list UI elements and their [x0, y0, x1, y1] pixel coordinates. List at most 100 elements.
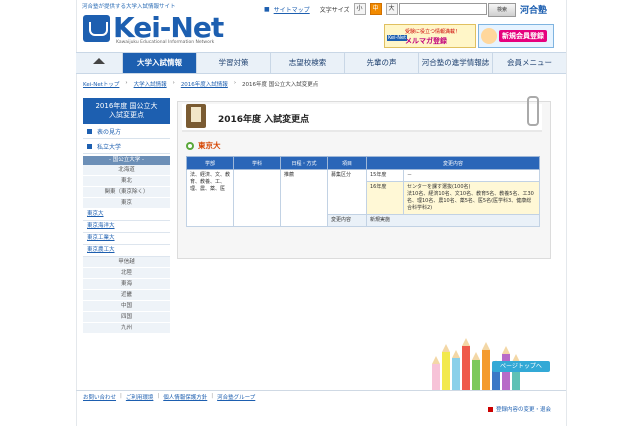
bullet-icon — [186, 141, 194, 150]
register-banner-title: 新規会員登録 — [499, 30, 547, 42]
sidebar-region[interactable]: 北陸 — [83, 268, 170, 279]
cell-item: 募集区分 — [327, 169, 367, 215]
footer-links: お問い合わせ | ご利用環境 | 個人情報保護方針 | 河合塾グループ — [83, 393, 255, 401]
table-header: 変更内容 — [366, 156, 540, 170]
title-bar: 2016年度 入試変更点 — [182, 96, 542, 132]
nav-item-magazine[interactable]: 河合塾の進学情報誌 — [419, 53, 493, 73]
cell-faculty: 法、経済、文、教育、教養、工、理、農、薬、医 — [186, 169, 234, 227]
university-heading: 東京大 — [186, 140, 221, 151]
sidebar-university[interactable]: 東京農工大 — [83, 245, 170, 257]
register-banner[interactable]: 新規会員登録 — [478, 24, 554, 48]
table-header-row: 学部 学科 日程・方式 項目 変更内容 — [186, 156, 540, 170]
breadcrumb-current: 2016年度 国公立大入試変更点 — [242, 82, 319, 88]
sitemap-link[interactable]: サイトマップ — [274, 5, 310, 14]
chevron-right-icon: › — [233, 80, 237, 86]
font-size-label: 文字サイズ — [319, 6, 350, 14]
mailmag-banner-title: メルマガ登録 — [405, 37, 447, 45]
sidebar-university[interactable]: 東京工業大 — [83, 233, 170, 245]
paperclip-icon — [527, 96, 539, 126]
university-name: 東京大 — [198, 141, 221, 150]
page-title: 2016年度 入試変更点 — [218, 115, 310, 125]
footer-separator: | — [157, 393, 160, 399]
cell-year-value: センターを課す選抜(100名) 法10名、経済10名、文10名、教育5名、教養5… — [403, 181, 540, 215]
changes-table: 学部 学科 日程・方式 項目 変更内容 法、経済、文、教育、教養、工、理、農、薬… — [186, 156, 540, 227]
page-top-button[interactable]: ページトップへ — [492, 361, 550, 372]
main-content: 2016年度 入試変更点 東京大 学部 学科 日程・方式 項目 変更内容 法、経… — [177, 96, 551, 259]
global-nav: 大学入試情報 学習対策 志望校検索 先輩の声 河合塾の進学情報誌 会員メニュー — [76, 52, 566, 74]
footer-separator: | — [120, 393, 122, 399]
cell-change-label: 変更内容 — [327, 214, 367, 227]
pencil-icon — [442, 344, 450, 390]
logo-mark-icon — [83, 14, 110, 42]
sidebar-link-private[interactable]: 私立大学 — [83, 139, 170, 154]
sidebar-university[interactable]: 東京海洋大 — [83, 221, 170, 233]
mailmag-banner-caption: 受験に役立つ情報満載！ — [405, 29, 461, 35]
sidebar-region[interactable]: 中国 — [83, 301, 170, 312]
sidebar-link-label: 私立大学 — [97, 143, 122, 151]
breadcrumb-top[interactable]: Kei-Netトップ — [83, 80, 119, 88]
chevron-right-icon: › — [172, 80, 175, 86]
table-header: 学部 — [186, 156, 234, 170]
table-header: 項目 — [327, 156, 367, 170]
footer-separator: | — [211, 393, 214, 399]
home-icon — [93, 58, 105, 64]
arrow-square-icon — [87, 143, 92, 149]
sidebar-region[interactable]: 北海道 — [83, 165, 170, 176]
font-size-large-button[interactable]: 大 — [385, 3, 398, 15]
sidebar: 2016年度 国公立大 入試変更点 表の見方 私立大学 - 国公立大学 - 北海… — [83, 98, 170, 334]
cell-year-label: 16年度 — [366, 181, 404, 215]
sidebar-region[interactable]: 東京 — [83, 198, 170, 209]
arrow-square-icon — [87, 128, 92, 134]
search-input[interactable] — [399, 3, 487, 15]
cell-year-value: － — [403, 169, 540, 182]
sitemap-icon: ■ — [264, 5, 270, 13]
nav-item-study[interactable]: 学習対策 — [197, 53, 271, 73]
breadcrumb-exam-info[interactable]: 大学入試情報 — [134, 80, 167, 88]
pencil-icon — [432, 356, 440, 390]
avatar-icon — [481, 28, 497, 44]
utility-bar: ■ サイトマップ 文字サイズ 小 中 大 — [264, 3, 398, 15]
mailmag-banner[interactable]: 受験に役立つ情報満載！ Kei-Net メルマガ登録 — [384, 24, 476, 48]
nav-item-exam-info[interactable]: 大学入試情報 — [123, 53, 197, 73]
sidebar-region[interactable]: 九州 — [83, 323, 170, 334]
site-tagline: 河合塾が提供する大学入試情報サイト — [82, 4, 176, 10]
pencil-icon — [462, 338, 470, 390]
logo-text: Kei-Net — [113, 11, 224, 44]
sidebar-region[interactable]: 近畿 — [83, 290, 170, 301]
nav-item-member-menu[interactable]: 会員メニュー — [493, 53, 566, 73]
cell-schedule: 推薦 — [280, 169, 328, 227]
sidebar-region[interactable]: 東海 — [83, 279, 170, 290]
pencil-icon — [482, 342, 490, 390]
font-size-medium-button[interactable]: 中 — [369, 3, 382, 15]
sidebar-link-label: 表の見方 — [97, 128, 122, 136]
chevron-right-icon: › — [125, 80, 128, 86]
font-size-small-button[interactable]: 小 — [353, 3, 366, 15]
search-button[interactable]: 検索 — [488, 3, 516, 17]
sidebar-subheading: - 国公立大学 - — [83, 156, 170, 165]
table-header: 日程・方式 — [280, 156, 328, 170]
sidebar-link-legend[interactable]: 表の見方 — [83, 124, 170, 139]
footer-link-privacy[interactable]: 個人情報保護方針 — [163, 393, 207, 401]
cell-change-value: 新規実施 — [366, 214, 540, 227]
sidebar-region[interactable]: 関東（東京除く） — [83, 187, 170, 198]
pencil-icon — [512, 354, 520, 390]
footer-link-group[interactable]: 河合塾グループ — [217, 393, 255, 401]
footer-account-link[interactable]: 登録内容の変更・退会 — [488, 405, 551, 413]
sidebar-region[interactable]: 東北 — [83, 176, 170, 187]
sidebar-heading: 2016年度 国公立大 入試変更点 — [83, 98, 170, 124]
breadcrumb-2016[interactable]: 2016年度入試情報 — [181, 80, 228, 88]
pencil-icon — [472, 352, 480, 390]
nav-home[interactable] — [76, 53, 123, 73]
nav-item-school-search[interactable]: 志望校検索 — [271, 53, 345, 73]
footer-link-environment[interactable]: ご利用環境 — [126, 393, 154, 401]
pencil-icon — [452, 350, 460, 390]
sidebar-region[interactable]: 四国 — [83, 312, 170, 323]
footer-account-label: 登録内容の変更・退会 — [496, 407, 552, 413]
footer-link-contact[interactable]: お問い合わせ — [83, 393, 116, 401]
table-row: 法、経済、文、教育、教養、工、理、農、薬、医 推薦 募集区分 15年度 － — [186, 169, 540, 227]
nav-item-senior-voice[interactable]: 先輩の声 — [345, 53, 419, 73]
cell-department — [233, 169, 281, 227]
sidebar-region[interactable]: 甲信越 — [83, 257, 170, 268]
sidebar-university[interactable]: 東京大 — [83, 209, 170, 221]
kawaijuku-logo[interactable]: 河合塾 — [520, 3, 547, 16]
